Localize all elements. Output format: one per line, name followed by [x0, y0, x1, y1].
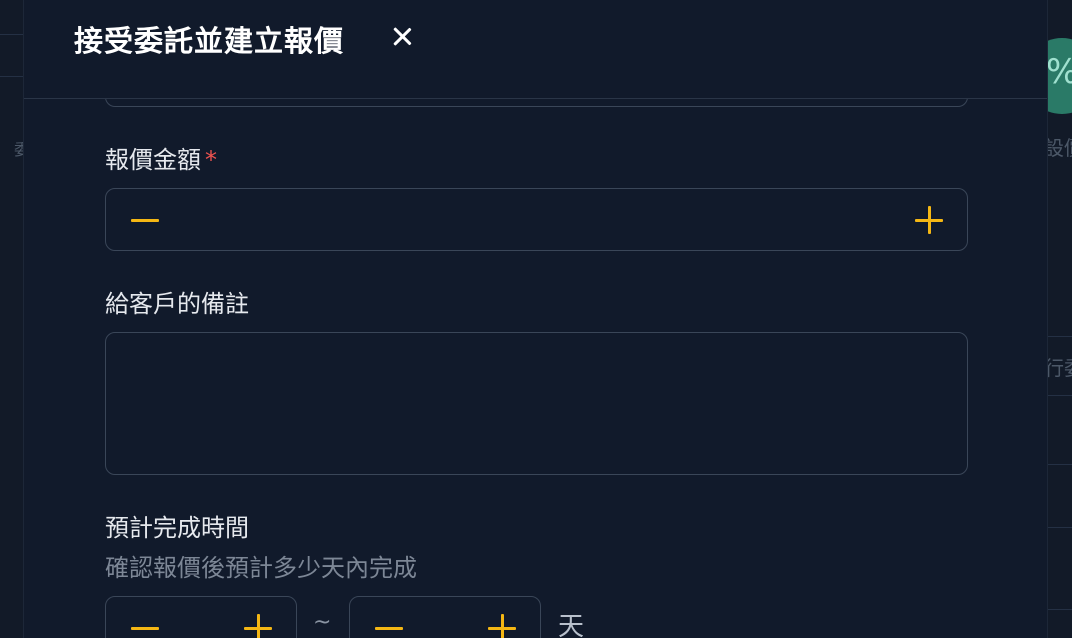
bg-divider	[1048, 527, 1072, 528]
price-label-text: 報價金額	[105, 146, 201, 174]
bg-divider	[1048, 464, 1072, 465]
estimate-hint: 確認報價後預計多少天內完成	[105, 554, 417, 582]
estimate-min-stepper[interactable]	[105, 596, 297, 638]
note-textarea[interactable]	[105, 332, 968, 475]
bg-divider	[0, 34, 23, 35]
minus-icon[interactable]	[131, 206, 159, 234]
quote-modal: 接受委託並建立報價 報價金額 * 給客戶的備註 預計完成時間 確認報價後預計多少天…	[23, 0, 1048, 638]
price-stepper[interactable]	[105, 188, 968, 251]
plus-icon[interactable]	[244, 614, 272, 638]
estimate-unit: 天	[558, 612, 585, 638]
modal-title: 接受委託並建立報價	[74, 24, 345, 58]
bg-divider	[1048, 395, 1072, 396]
estimate-max-stepper[interactable]	[349, 596, 541, 638]
minus-icon[interactable]	[375, 614, 403, 638]
bg-divider	[1048, 336, 1072, 337]
range-separator: ~	[313, 610, 332, 635]
modal-header: 接受委託並建立報價	[24, 0, 1047, 99]
close-icon[interactable]	[387, 21, 417, 51]
bg-avatar-glyph: %	[1046, 52, 1072, 92]
price-label: 報價金額 *	[105, 140, 217, 175]
minus-icon[interactable]	[131, 614, 159, 638]
estimate-label: 預計完成時間	[105, 514, 249, 542]
bg-text-snippet: 行委	[1044, 356, 1072, 380]
bg-divider	[1048, 609, 1072, 610]
plus-icon[interactable]	[488, 614, 516, 638]
bg-divider	[0, 76, 23, 77]
note-label: 給客戶的備註	[105, 290, 249, 318]
plus-icon[interactable]	[915, 206, 943, 234]
required-mark: *	[205, 146, 217, 174]
bg-text-snippet: 設價	[1044, 136, 1072, 160]
